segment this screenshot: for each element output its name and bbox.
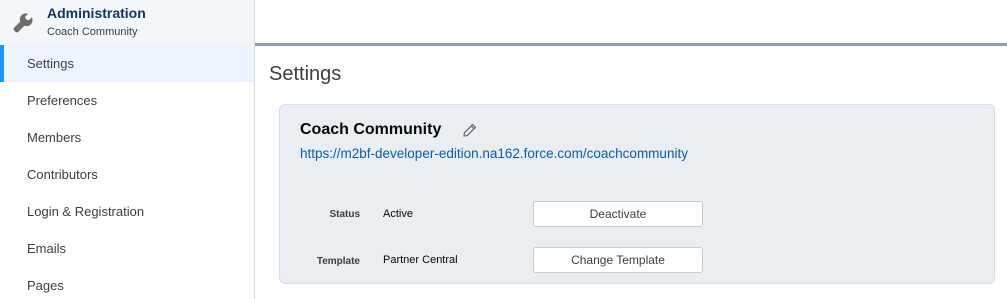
sidebar-item-login-registration[interactable]: Login & Registration [0, 193, 254, 230]
page-title: Settings [269, 63, 342, 85]
sidebar-item-preferences[interactable]: Preferences [0, 82, 254, 119]
community-card: Coach Community https://m2bf-developer-e… [279, 104, 995, 284]
pencil-icon[interactable] [461, 122, 477, 138]
community-url-link[interactable]: https://m2bf-developer-edition.na162.for… [300, 146, 688, 161]
sidebar-subtitle: Coach Community [47, 26, 138, 38]
sidebar-item-label: Emails [27, 241, 67, 256]
community-name: Coach Community [300, 121, 477, 139]
sidebar: Administration Coach Community Settings … [0, 0, 255, 299]
wrench-icon [10, 10, 36, 36]
deactivate-button[interactable]: Deactivate [533, 201, 703, 227]
sidebar-item-members[interactable]: Members [0, 119, 254, 156]
template-label: Template [316, 256, 360, 267]
sidebar-title: Administration [47, 5, 146, 21]
sidebar-item-label: Contributors [27, 167, 98, 182]
sidebar-item-pages[interactable]: Pages [0, 267, 254, 299]
top-bar [255, 0, 1007, 46]
status-label: Status [329, 209, 360, 220]
sidebar-item-contributors[interactable]: Contributors [0, 156, 254, 193]
community-name-text: Coach Community [300, 121, 442, 138]
sidebar-header: Administration Coach Community [0, 0, 254, 45]
sidebar-item-label: Settings [27, 56, 74, 71]
sidebar-item-label: Login & Registration [27, 204, 145, 219]
sidebar-item-label: Preferences [27, 93, 98, 108]
change-template-button[interactable]: Change Template [533, 247, 703, 273]
sidebar-item-label: Pages [27, 278, 64, 293]
sidebar-item-settings[interactable]: Settings [0, 45, 254, 82]
sidebar-item-label: Members [27, 130, 82, 145]
sidebar-nav: Settings Preferences Members Contributor… [0, 45, 254, 299]
status-value: Active [383, 208, 413, 220]
template-value: Partner Central [383, 254, 458, 266]
sidebar-item-emails[interactable]: Emails [0, 230, 254, 267]
